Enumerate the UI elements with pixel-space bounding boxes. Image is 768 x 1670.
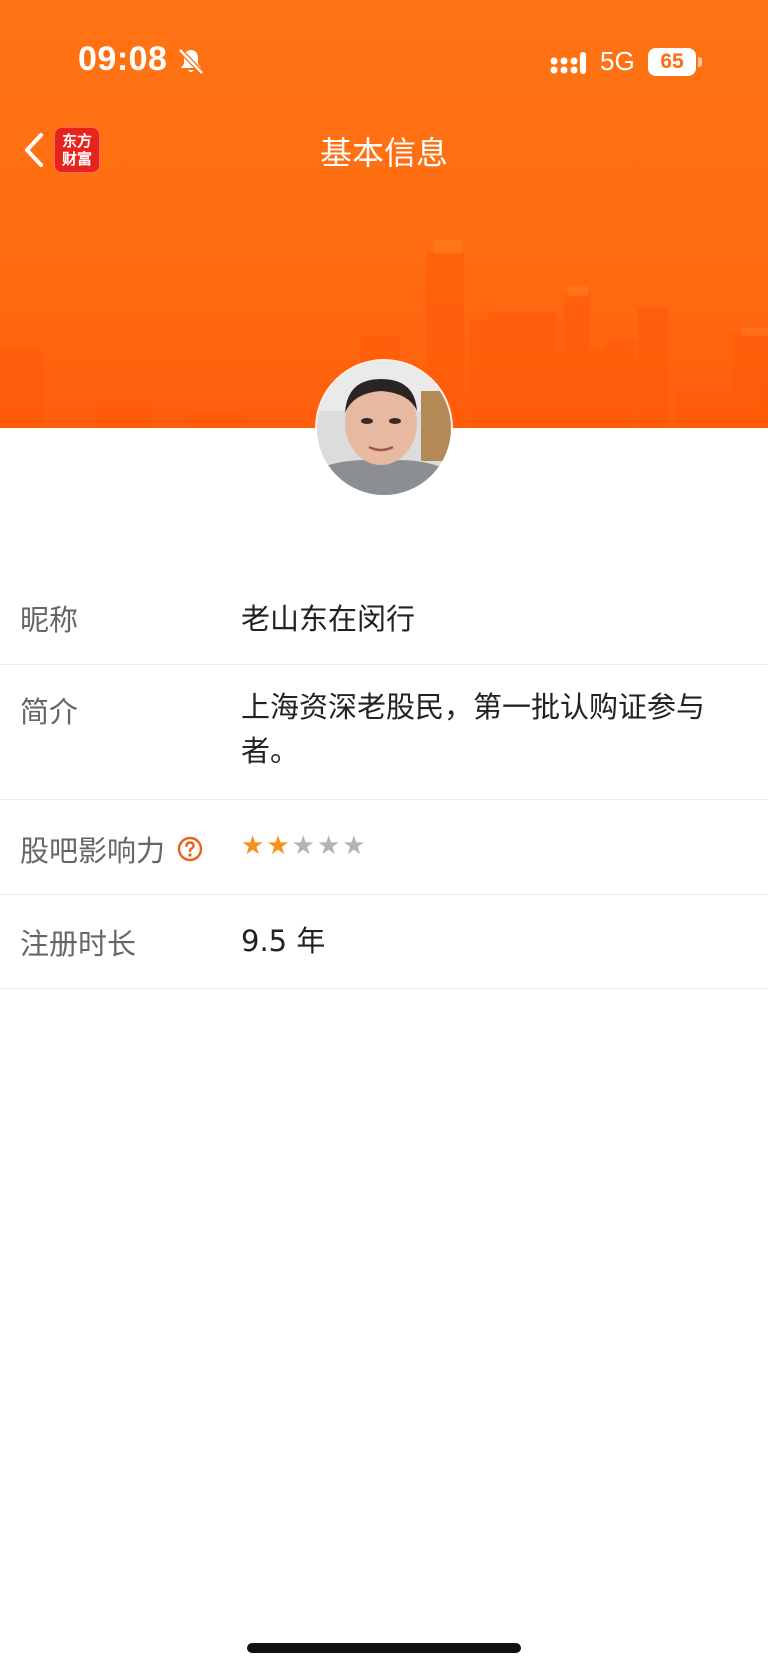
bell-muted-icon bbox=[178, 48, 204, 75]
info-row-influence: 股吧影响力 ★ ★ ★ ★ ★ bbox=[0, 800, 768, 895]
bio-value: 上海资深老股民，第一批认购证参与者。 bbox=[241, 690, 706, 768]
star-empty-icon: ★ bbox=[316, 831, 341, 861]
influence-label: 股吧影响力 bbox=[20, 834, 166, 868]
signal-icon bbox=[550, 52, 586, 74]
info-row-nickname: 昵称 老山东在闵行 bbox=[0, 573, 768, 665]
star-rating: ★ ★ ★ ★ ★ bbox=[241, 831, 711, 861]
registration-label: 注册时长 bbox=[20, 927, 137, 961]
avatar-photo bbox=[317, 361, 451, 495]
bio-label: 简介 bbox=[20, 695, 79, 729]
help-icon[interactable] bbox=[177, 836, 203, 862]
info-row-bio: 简介 上海资深老股民，第一批认购证参与者。 bbox=[0, 665, 768, 800]
star-filled-icon: ★ bbox=[241, 831, 265, 861]
battery-level: 65 bbox=[660, 50, 684, 73]
home-indicator bbox=[247, 1643, 521, 1653]
eastmoney-logo[interactable]: 东方 财富 bbox=[54, 127, 100, 173]
battery-tip bbox=[698, 57, 702, 67]
battery-icon: 65 bbox=[648, 48, 696, 76]
star-empty-icon: ★ bbox=[342, 831, 366, 861]
registration-value: 9.5 年 bbox=[241, 924, 326, 958]
star-filled-icon: ★ bbox=[266, 831, 290, 861]
nickname-label: 昵称 bbox=[20, 603, 79, 637]
info-row-registration: 注册时长 9.5 年 bbox=[0, 895, 768, 989]
star-empty-icon: ★ bbox=[291, 831, 315, 861]
avatar[interactable] bbox=[317, 361, 451, 495]
chevron-left-icon bbox=[25, 133, 43, 167]
network-type: 5G bbox=[600, 46, 635, 76]
influence-rating: ★ ★ ★ ★ ★ bbox=[241, 831, 711, 861]
back-button[interactable] bbox=[14, 126, 54, 174]
logo-text-line-2: 财富 bbox=[61, 150, 92, 168]
nickname-value: 老山东在闵行 bbox=[241, 602, 416, 636]
page-title: 基本信息 bbox=[319, 134, 448, 172]
status-time: 09:08 bbox=[78, 40, 168, 78]
influence-label-group: 股吧影响力 bbox=[20, 828, 203, 870]
profile-info-list: 昵称 老山东在闵行 简介 上海资深老股民，第一批认购证参与者。 股吧影响力 ★ ★… bbox=[0, 573, 768, 989]
logo-text-line-1: 东方 bbox=[61, 132, 92, 150]
